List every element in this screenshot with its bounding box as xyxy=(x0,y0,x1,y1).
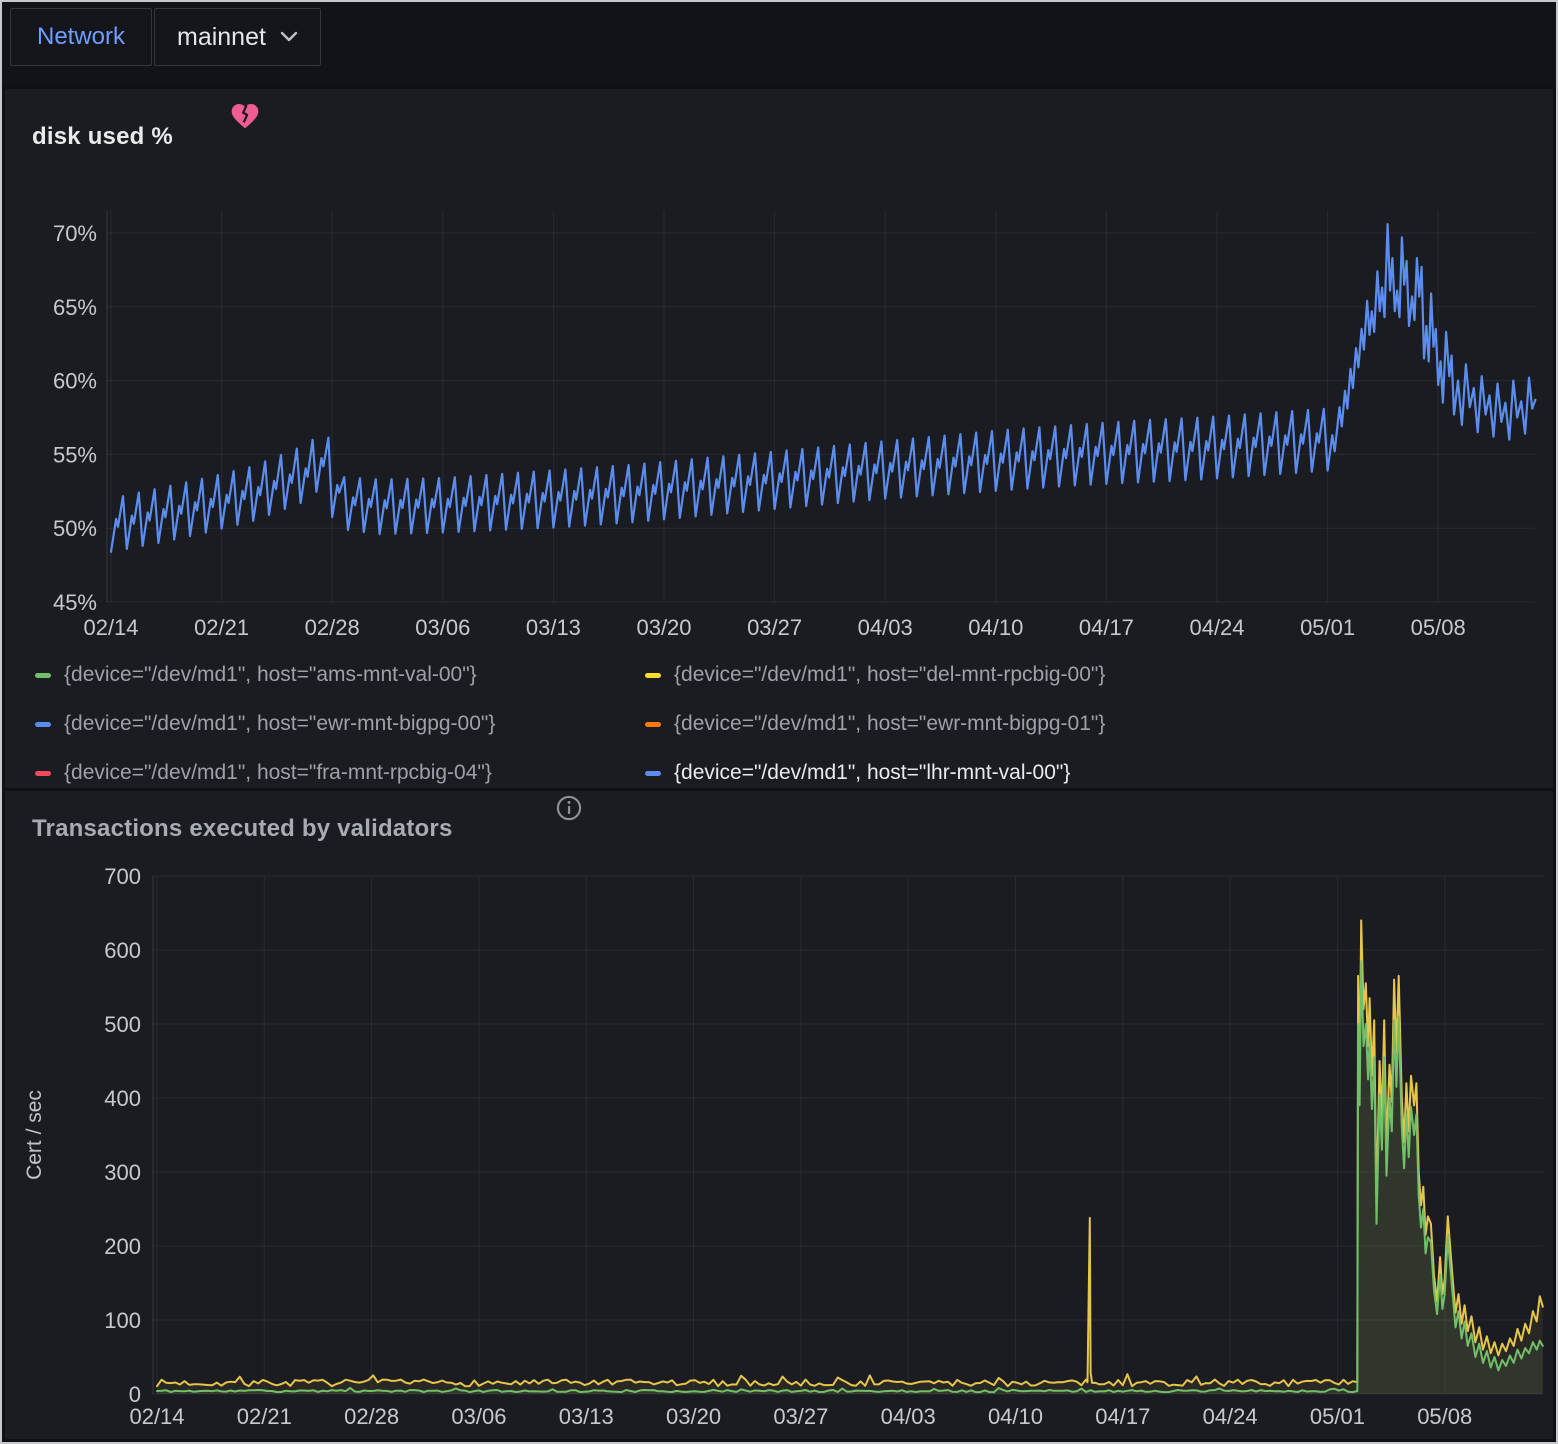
svg-text:05/08: 05/08 xyxy=(1417,1404,1472,1429)
svg-text:02/14: 02/14 xyxy=(83,615,138,640)
svg-text:05/01: 05/01 xyxy=(1310,1404,1365,1429)
svg-text:05/01: 05/01 xyxy=(1300,615,1355,640)
svg-text:03/13: 03/13 xyxy=(559,1404,614,1429)
svg-text:60%: 60% xyxy=(53,369,97,394)
legend-item-1[interactable]: {device="/dev/md1", host="del-mnt-rpcbig… xyxy=(645,663,1105,687)
svg-text:50%: 50% xyxy=(53,516,97,541)
svg-text:04/24: 04/24 xyxy=(1189,615,1244,640)
legend-swatch-icon xyxy=(35,722,51,727)
svg-text:300: 300 xyxy=(104,1160,141,1185)
legend-item-5[interactable]: {device="/dev/md1", host="lhr-mnt-val-00… xyxy=(645,761,1105,785)
legend-item-0[interactable]: {device="/dev/md1", host="ams-mnt-val-00… xyxy=(35,663,639,687)
legend-item-3[interactable]: {device="/dev/md1", host="ewr-mnt-bigpg-… xyxy=(645,712,1105,736)
svg-text:04/17: 04/17 xyxy=(1095,1404,1150,1429)
svg-text:400: 400 xyxy=(104,1086,141,1111)
svg-text:04/03: 04/03 xyxy=(881,1404,936,1429)
grafana-dashboard: Network mainnet disk used % 45% 50% 55% 60%… xyxy=(0,0,1558,1444)
heart-break-alert-icon xyxy=(229,101,261,131)
svg-text:700: 700 xyxy=(104,864,141,889)
legend-label: {device="/dev/md1", host="fra-mnt-rpcbig… xyxy=(64,761,492,785)
svg-text:02/14: 02/14 xyxy=(129,1404,184,1429)
svg-text:70%: 70% xyxy=(53,221,97,246)
disk-used-chart[interactable]: 45% 50% 55% 60% 65% 70% 02/14 02/21 02/28 03/06 03… xyxy=(5,198,1553,655)
svg-text:03/06: 03/06 xyxy=(451,1404,506,1429)
dashboard-variable-bar: Network mainnet xyxy=(2,2,1556,86)
svg-text:04/10: 04/10 xyxy=(988,1404,1043,1429)
svg-text:03/27: 03/27 xyxy=(773,1404,828,1429)
svg-text:600: 600 xyxy=(104,938,141,963)
legend-swatch-icon xyxy=(645,722,661,727)
legend-label: {device="/dev/md1", host="ams-mnt-val-00… xyxy=(64,663,477,687)
disk-used-legend: {device="/dev/md1", host="ams-mnt-val-00… xyxy=(35,663,1105,785)
variable-label-text: Network xyxy=(37,23,125,51)
info-circle-icon[interactable] xyxy=(555,794,583,822)
legend-swatch-icon xyxy=(645,673,661,678)
svg-text:200: 200 xyxy=(104,1234,141,1259)
svg-text:05/08: 05/08 xyxy=(1411,615,1466,640)
svg-text:500: 500 xyxy=(104,1012,141,1037)
legend-label: {device="/dev/md1", host="ewr-mnt-bigpg-… xyxy=(64,712,495,736)
svg-text:03/13: 03/13 xyxy=(526,615,581,640)
panel-title-disk-used[interactable]: disk used % xyxy=(32,123,173,151)
svg-text:02/28: 02/28 xyxy=(344,1404,399,1429)
svg-text:04/17: 04/17 xyxy=(1079,615,1134,640)
legend-item-2[interactable]: {device="/dev/md1", host="ewr-mnt-bigpg-… xyxy=(35,712,639,736)
legend-swatch-icon xyxy=(35,771,51,776)
svg-text:02/21: 02/21 xyxy=(194,615,249,640)
panel-transactions: Transactions executed by validators 0100… xyxy=(5,791,1553,1439)
svg-text:04/10: 04/10 xyxy=(968,615,1023,640)
legend-swatch-icon xyxy=(645,771,661,776)
svg-text:65%: 65% xyxy=(53,295,97,320)
svg-text:02/21: 02/21 xyxy=(237,1404,292,1429)
legend-swatch-icon xyxy=(35,673,51,678)
svg-text:02/28: 02/28 xyxy=(305,615,360,640)
legend-label: {device="/dev/md1", host="ewr-mnt-bigpg-… xyxy=(674,712,1105,736)
svg-text:03/27: 03/27 xyxy=(747,615,802,640)
network-variable-dropdown[interactable]: mainnet xyxy=(154,8,321,66)
svg-text:100: 100 xyxy=(104,1308,141,1333)
svg-text:04/24: 04/24 xyxy=(1203,1404,1258,1429)
svg-text:03/06: 03/06 xyxy=(415,615,470,640)
svg-text:Cert / sec: Cert / sec xyxy=(23,1090,46,1180)
svg-text:04/03: 04/03 xyxy=(858,615,913,640)
chevron-down-icon xyxy=(280,31,298,43)
variable-label-network: Network xyxy=(10,8,152,66)
svg-text:45%: 45% xyxy=(53,590,97,615)
legend-label: {device="/dev/md1", host="lhr-mnt-val-00… xyxy=(674,761,1070,785)
legend-label: {device="/dev/md1", host="del-mnt-rpcbig… xyxy=(674,663,1105,687)
transactions-chart[interactable]: 010020030040050060070002/1402/2102/2803/… xyxy=(5,864,1553,1444)
svg-text:03/20: 03/20 xyxy=(666,1404,721,1429)
legend-item-4[interactable]: {device="/dev/md1", host="fra-mnt-rpcbig… xyxy=(35,761,639,785)
svg-text:55%: 55% xyxy=(53,442,97,467)
panel-title-transactions[interactable]: Transactions executed by validators xyxy=(32,815,453,843)
panel-disk-used: disk used % 45% 50% 55% 60% 65% 70% 02/14 02/21… xyxy=(5,89,1553,788)
variable-value-text: mainnet xyxy=(177,23,266,52)
svg-text:03/20: 03/20 xyxy=(636,615,691,640)
